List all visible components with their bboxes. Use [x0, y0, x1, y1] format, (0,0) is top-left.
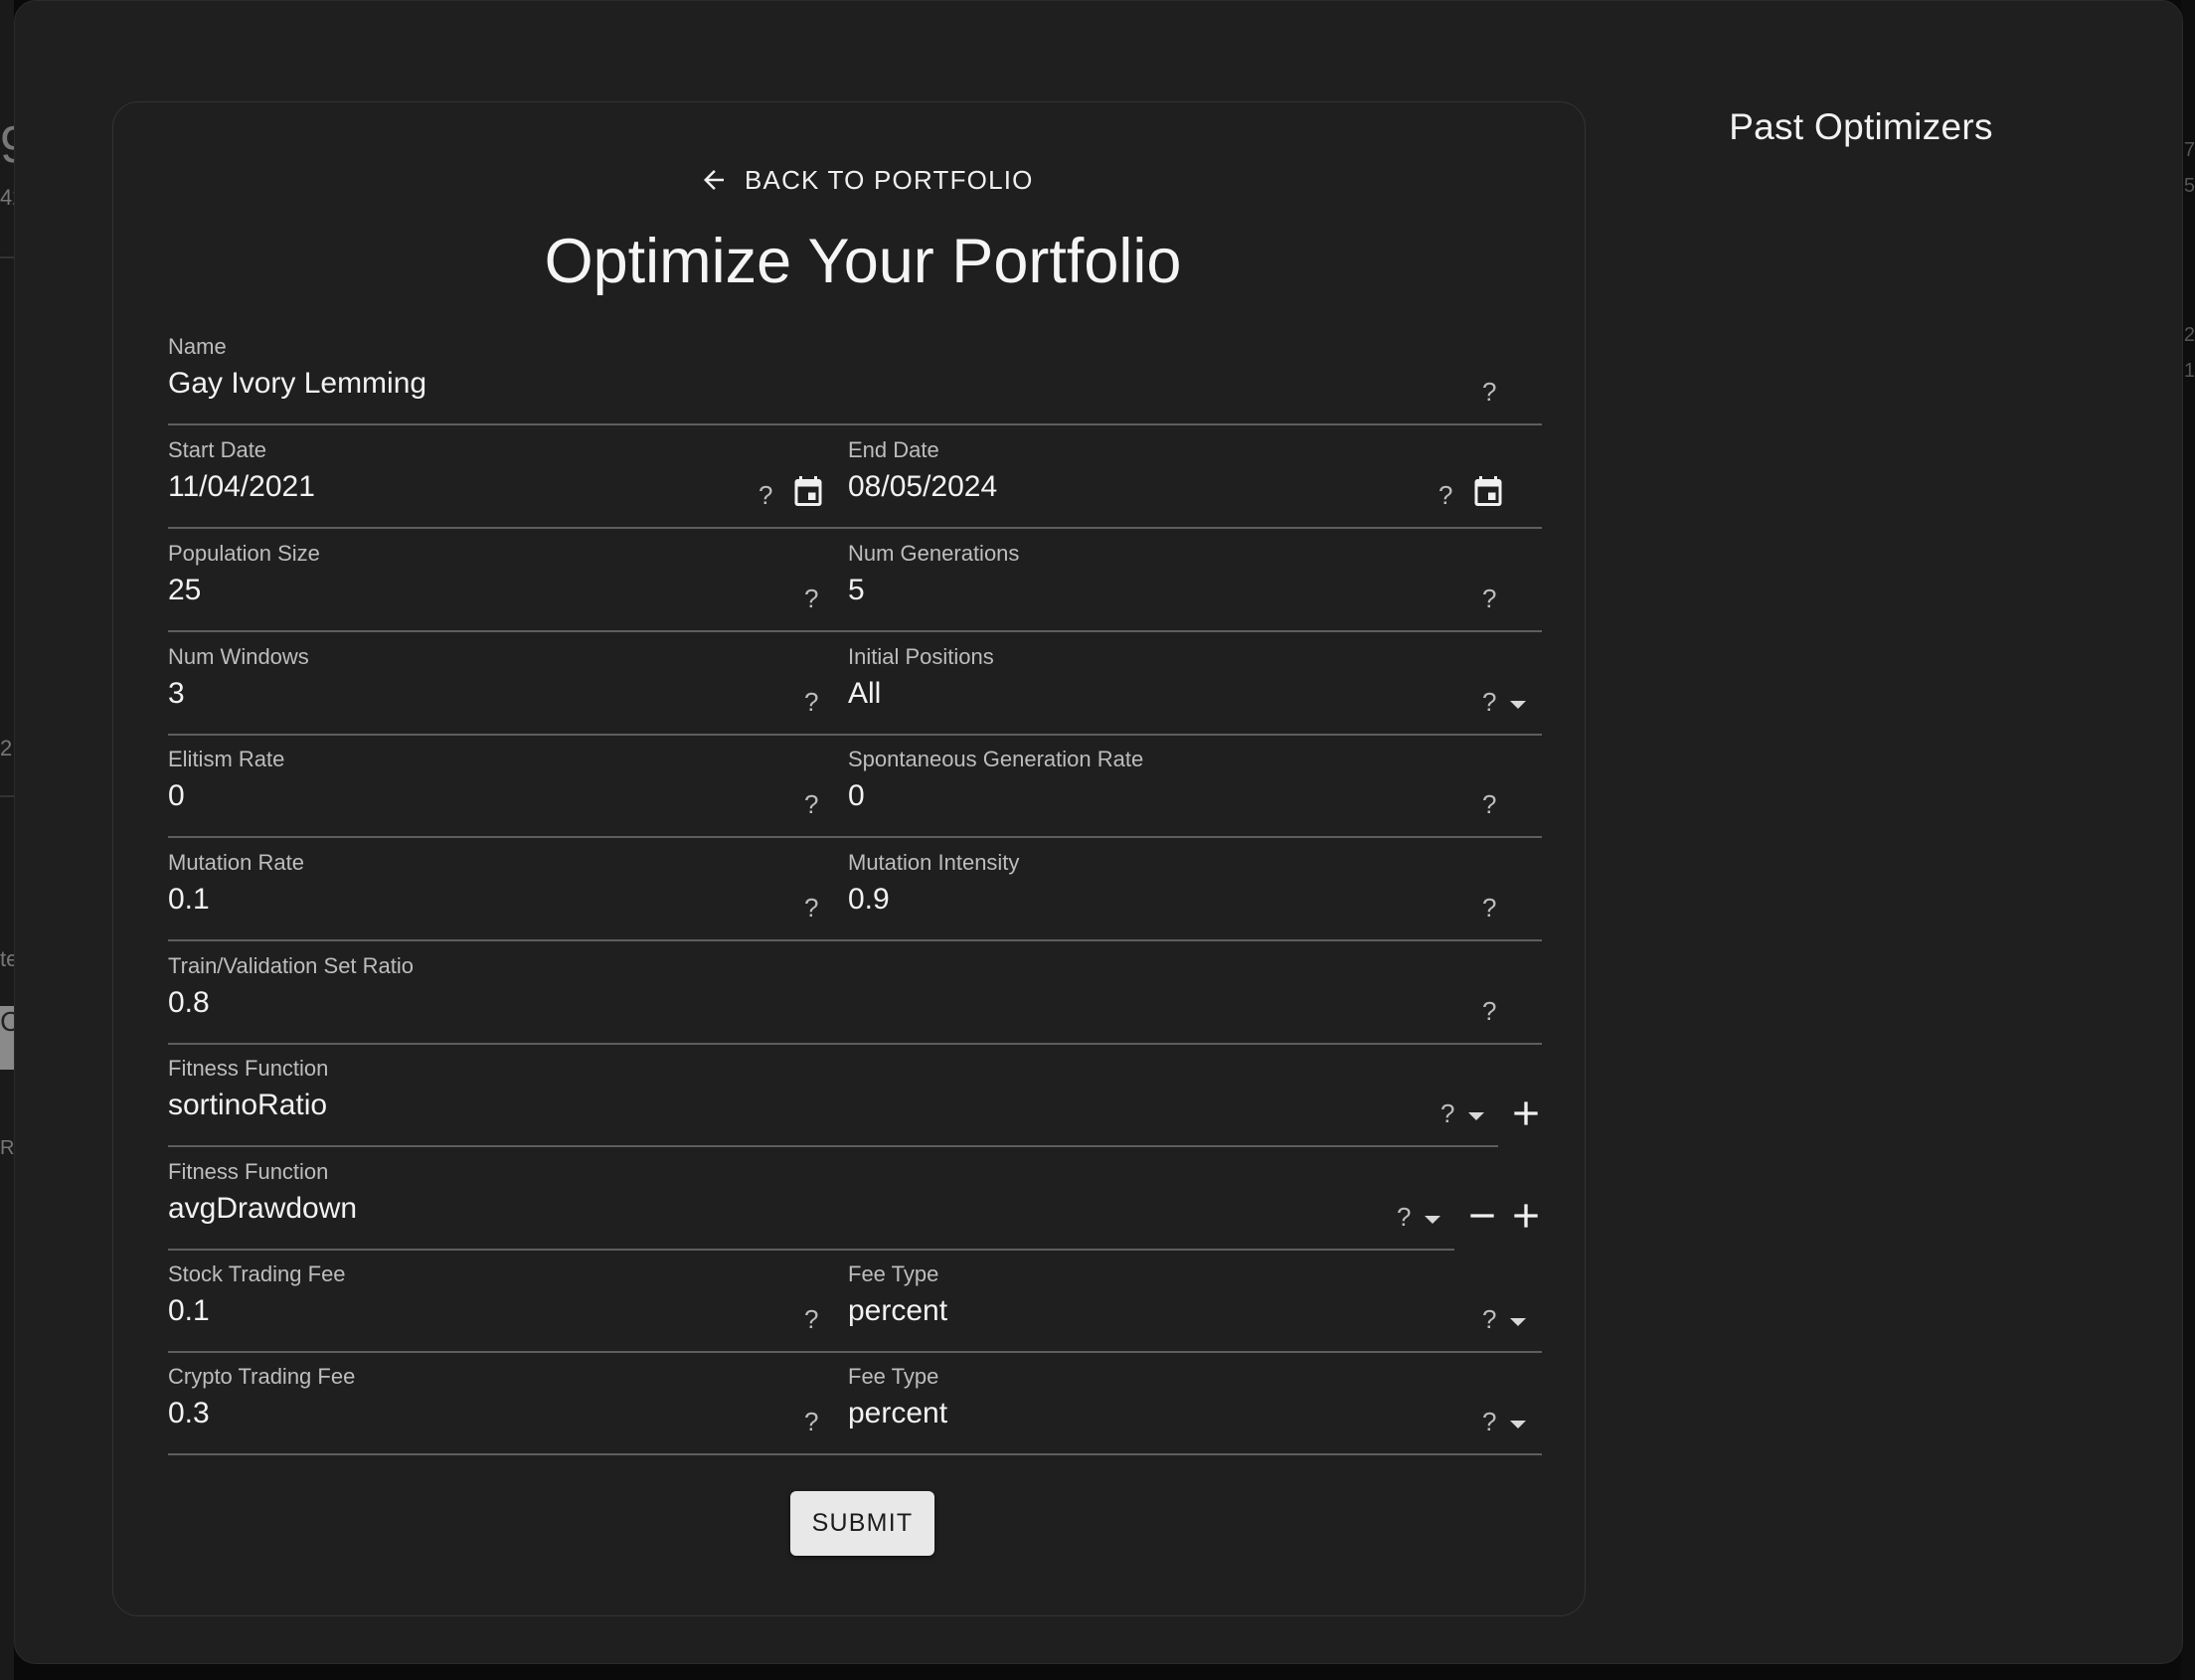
num-windows-label: Num Windows	[168, 644, 309, 669]
fee-type-label: Fee Type	[848, 1364, 939, 1389]
end-date-label: End Date	[848, 437, 939, 462]
start-date-field[interactable]: Start Date ?	[168, 424, 848, 529]
mutation-intensity-input[interactable]	[848, 883, 1334, 917]
help-icon[interactable]: ?	[804, 1304, 818, 1335]
num-generations-input[interactable]	[848, 574, 1334, 607]
initial-positions-value: All	[848, 677, 882, 710]
help-icon[interactable]: ?	[1482, 377, 1496, 408]
caret-down-icon[interactable]	[1425, 1216, 1440, 1224]
fee-type-value: percent	[848, 1397, 948, 1429]
help-icon[interactable]: ?	[804, 687, 818, 718]
caret-down-icon[interactable]	[1510, 701, 1526, 709]
elitism-rate-label: Elitism Rate	[168, 747, 285, 771]
back-link-label: BACK TO PORTFOLIO	[745, 164, 1034, 195]
crypto-trading-fee-field[interactable]: Crypto Trading Fee ?	[168, 1351, 848, 1455]
mutation-rate-label: Mutation Rate	[168, 850, 304, 875]
population-size-input[interactable]	[168, 574, 644, 607]
fitness-function-value: avgDrawdown	[168, 1192, 358, 1225]
help-icon[interactable]: ?	[1440, 1098, 1454, 1129]
num-generations-field[interactable]: Num Generations ?	[848, 528, 1542, 632]
background-fragment: 1	[2183, 360, 2195, 382]
help-icon[interactable]: ?	[804, 789, 818, 820]
optimizer-dialog: Past Optimizers BACK TO PORTFOLIO Optimi…	[14, 0, 2183, 1664]
help-icon[interactable]: ?	[1397, 1202, 1411, 1233]
num-windows-field[interactable]: Num Windows ?	[168, 631, 848, 736]
help-icon[interactable]: ?	[1482, 789, 1496, 820]
help-icon[interactable]: ?	[1482, 893, 1496, 924]
help-icon[interactable]: ?	[1482, 1304, 1496, 1335]
fitness-function-label: Fitness Function	[168, 1056, 329, 1081]
fee-type-label: Fee Type	[848, 1261, 939, 1286]
mutation-intensity-field[interactable]: Mutation Intensity ?	[848, 837, 1542, 941]
num-generations-label: Num Generations	[848, 541, 1020, 566]
initial-positions-label: Initial Positions	[848, 644, 994, 669]
fitness-function-select[interactable]: Fitness Function avgDrawdown ?	[168, 1146, 1454, 1251]
elitism-rate-field[interactable]: Elitism Rate ?	[168, 734, 848, 838]
stock-fee-type-select[interactable]: Fee Type percent ?	[848, 1249, 1542, 1353]
initial-positions-select[interactable]: Initial Positions All ?	[848, 631, 1542, 736]
help-icon[interactable]: ?	[759, 480, 772, 511]
background-divider	[0, 795, 14, 797]
population-size-field[interactable]: Population Size ?	[168, 528, 848, 632]
spontaneous-generation-rate-field[interactable]: Spontaneous Generation Rate ?	[848, 734, 1542, 838]
background-fragment: CL	[0, 1006, 36, 1070]
train-validation-ratio-input[interactable]	[168, 986, 1130, 1020]
caret-down-icon[interactable]	[1510, 1421, 1526, 1428]
help-icon[interactable]: ?	[804, 584, 818, 614]
mutation-rate-input[interactable]	[168, 883, 644, 917]
population-size-label: Population Size	[168, 541, 320, 566]
calendar-icon[interactable]	[1470, 472, 1506, 510]
submit-button[interactable]: SUBMIT	[790, 1491, 934, 1556]
spontaneous-generation-rate-label: Spontaneous Generation Rate	[848, 747, 1144, 771]
add-fitness-function-icon[interactable]	[1506, 1196, 1546, 1236]
background-app-left-edge	[0, 0, 14, 1680]
name-input[interactable]	[168, 367, 1130, 401]
fitness-function-label: Fitness Function	[168, 1159, 329, 1184]
caret-down-icon[interactable]	[1468, 1112, 1484, 1120]
background-app-right-edge	[2181, 0, 2195, 1680]
train-validation-ratio-field[interactable]: Train/Validation Set Ratio ?	[168, 940, 1542, 1045]
add-fitness-function-icon[interactable]	[1506, 1093, 1546, 1133]
fitness-function-value: sortinoRatio	[168, 1089, 328, 1121]
elitism-rate-input[interactable]	[168, 779, 644, 813]
name-label: Name	[168, 334, 227, 359]
background-divider	[0, 256, 14, 258]
fee-type-value: percent	[848, 1294, 948, 1327]
remove-fitness-function-icon[interactable]	[1462, 1196, 1502, 1236]
spontaneous-generation-rate-input[interactable]	[848, 779, 1334, 813]
mutation-rate-field[interactable]: Mutation Rate ?	[168, 837, 848, 941]
start-date-label: Start Date	[168, 437, 267, 462]
end-date-input[interactable]	[848, 470, 1334, 504]
end-date-field[interactable]: End Date ?	[848, 424, 1542, 529]
name-field[interactable]: Name ?	[168, 321, 1542, 425]
arrow-left-icon	[704, 170, 724, 190]
help-icon[interactable]: ?	[1482, 1407, 1496, 1437]
fitness-function-select[interactable]: Fitness Function sortinoRatio ?	[168, 1043, 1498, 1147]
past-optimizers-title: Past Optimizers	[1729, 106, 1993, 147]
help-icon[interactable]: ?	[804, 893, 818, 924]
help-icon[interactable]: ?	[1482, 687, 1496, 718]
stock-trading-fee-field[interactable]: Stock Trading Fee ?	[168, 1249, 848, 1353]
stock-trading-fee-label: Stock Trading Fee	[168, 1261, 346, 1286]
start-date-input[interactable]	[168, 470, 644, 504]
crypto-trading-fee-input[interactable]	[168, 1397, 644, 1430]
page-title: Optimize Your Portfolio	[544, 227, 1182, 296]
help-icon[interactable]: ?	[804, 1407, 818, 1437]
help-icon[interactable]: ?	[1438, 480, 1452, 511]
train-validation-ratio-label: Train/Validation Set Ratio	[168, 953, 415, 978]
calendar-icon[interactable]	[790, 472, 826, 510]
stock-trading-fee-input[interactable]	[168, 1294, 644, 1328]
num-windows-input[interactable]	[168, 677, 644, 711]
mutation-intensity-label: Mutation Intensity	[848, 850, 1020, 875]
crypto-trading-fee-label: Crypto Trading Fee	[168, 1364, 356, 1389]
crypto-fee-type-select[interactable]: Fee Type percent ?	[848, 1351, 1542, 1455]
help-icon[interactable]: ?	[1482, 584, 1496, 614]
caret-down-icon[interactable]	[1510, 1318, 1526, 1326]
help-icon[interactable]: ?	[1482, 996, 1496, 1027]
back-to-portfolio-link[interactable]: BACK TO PORTFOLIO	[699, 160, 1034, 200]
